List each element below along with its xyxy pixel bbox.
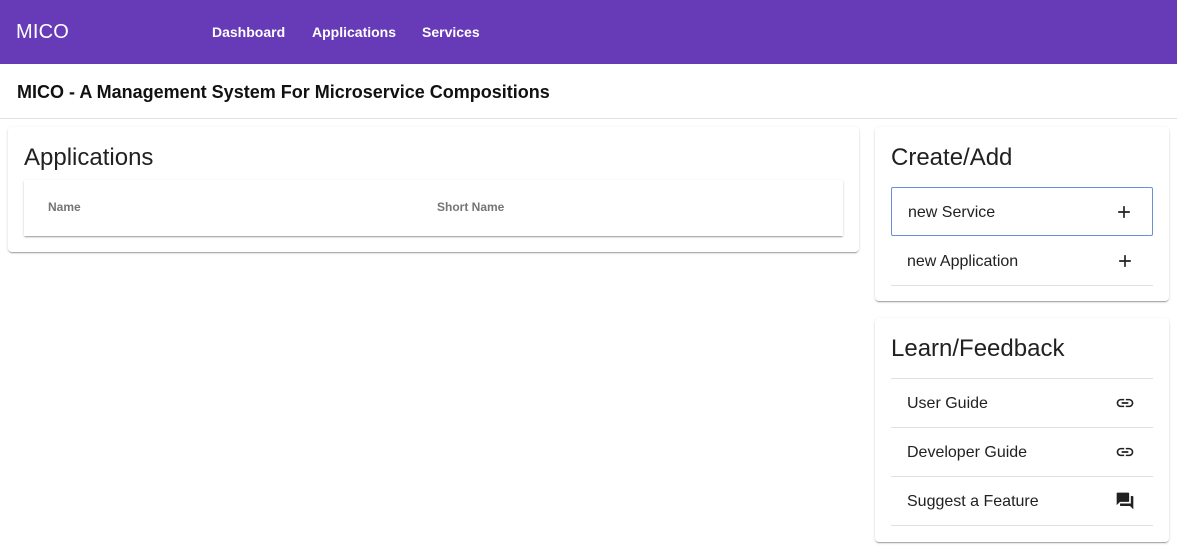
column-header-short-name[interactable]: Short Name: [437, 200, 504, 214]
new-service-label: new Service: [908, 204, 996, 221]
nav-dashboard[interactable]: Dashboard: [212, 23, 285, 41]
link-icon: [1115, 442, 1135, 462]
plus-icon: [1114, 202, 1134, 222]
create-add-card: Create/Add new Service new Application: [875, 127, 1169, 301]
plus-icon: [1115, 251, 1135, 271]
learn-feedback-card: Learn/Feedback User Guide Developer Guid…: [875, 318, 1169, 542]
applications-card-title: Applications: [24, 144, 154, 171]
forum-icon: [1115, 491, 1135, 511]
user-guide-label: User Guide: [907, 395, 988, 412]
top-app-bar: MICO Dashboard Applications Services: [0, 0, 1177, 64]
page-title: MICO - A Management System For Microserv…: [17, 82, 550, 102]
page-header: MICO - A Management System For Microserv…: [0, 64, 1177, 119]
link-icon: [1115, 393, 1135, 413]
nav-services[interactable]: Services: [422, 23, 480, 41]
learn-feedback-card-title: Learn/Feedback: [891, 335, 1065, 362]
new-service-button[interactable]: new Service: [891, 187, 1153, 236]
applications-table: Name Short Name: [24, 180, 843, 236]
user-guide-link[interactable]: User Guide: [891, 379, 1153, 428]
column-header-name[interactable]: Name: [48, 200, 81, 214]
suggest-feature-label: Suggest a Feature: [907, 493, 1039, 510]
suggest-feature-link[interactable]: Suggest a Feature: [891, 477, 1153, 526]
new-application-label: new Application: [907, 253, 1019, 270]
developer-guide-label: Developer Guide: [907, 444, 1028, 461]
developer-guide-link[interactable]: Developer Guide: [891, 428, 1153, 477]
nav-applications[interactable]: Applications: [312, 23, 396, 41]
applications-card: Applications Name Short Name: [8, 127, 859, 252]
create-add-card-title: Create/Add: [891, 144, 1013, 171]
new-application-button[interactable]: new Application: [891, 237, 1153, 286]
app-brand[interactable]: MICO: [16, 19, 69, 45]
